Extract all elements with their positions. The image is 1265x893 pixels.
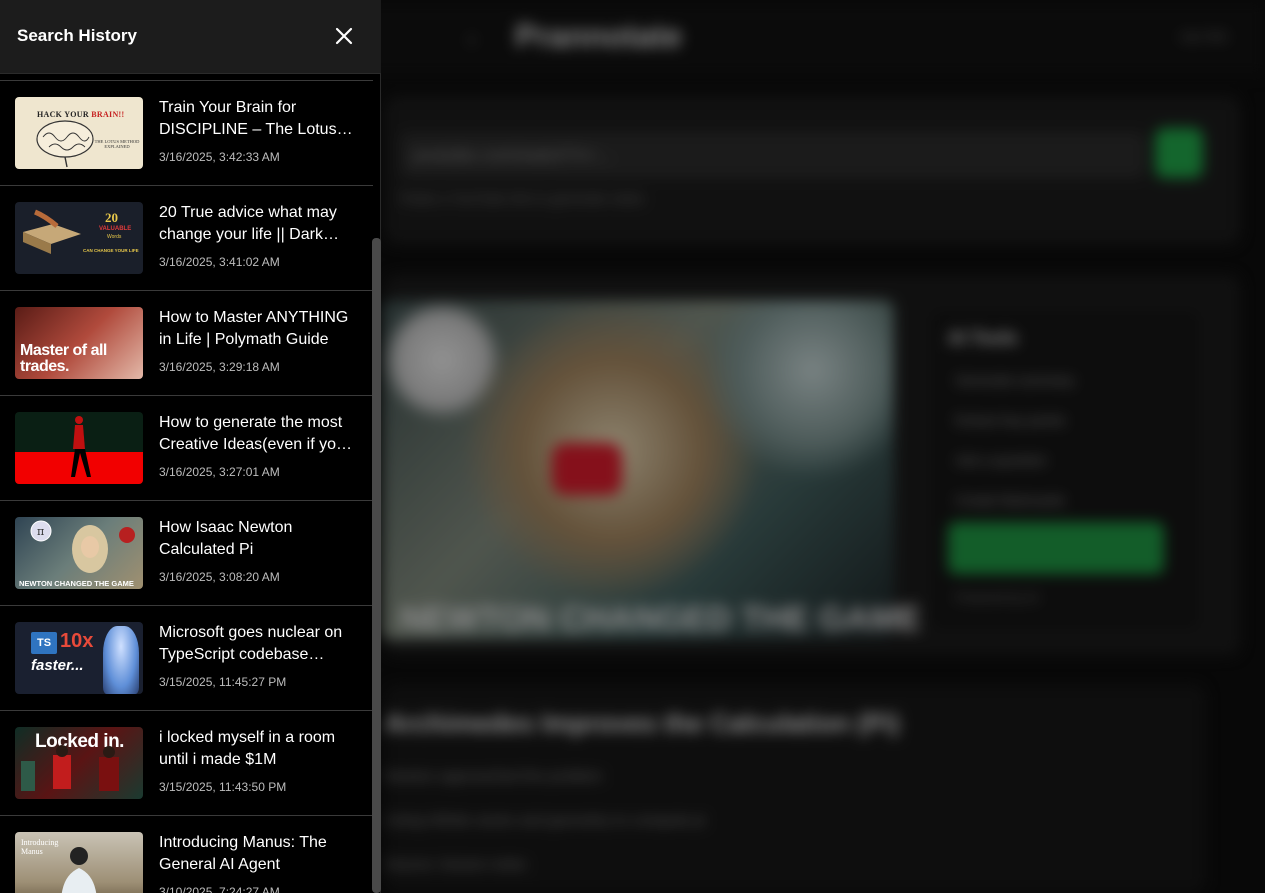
thumb-text: Master of all trades. bbox=[20, 342, 107, 375]
history-item-date: 3/15/2025, 11:43:50 PM bbox=[159, 780, 287, 794]
history-item[interactable]: How to generate the most Creative Ideas(… bbox=[0, 395, 373, 500]
history-item-title: 20 True advice what may change your life… bbox=[159, 204, 339, 243]
history-item[interactable]: 20 VALUABLE Words CAN CHANGE YOUR LIFE 2… bbox=[0, 185, 373, 290]
history-item-date: 3/16/2025, 3:42:33 AM bbox=[159, 150, 280, 164]
book-icon bbox=[23, 209, 81, 254]
history-item[interactable]: π NEWTON CHANGED THE GAME How Isaac Newt… bbox=[0, 500, 373, 605]
drawer-header: Search History bbox=[0, 0, 381, 74]
history-item-date: 3/16/2025, 3:08:20 AM bbox=[159, 570, 280, 584]
video-thumbnail: HACK YOUR BRAIN!! THE LOTUS METHOD EXPLA… bbox=[15, 97, 143, 169]
svg-text:π: π bbox=[37, 525, 44, 538]
thumb-text: NEWTON CHANGED THE GAME bbox=[19, 579, 134, 588]
history-item-date: 3/16/2025, 3:29:18 AM bbox=[159, 360, 280, 374]
history-item-title: How to Master ANYTHING in Life | Polymat… bbox=[159, 309, 349, 348]
bust-icon bbox=[103, 626, 139, 694]
history-item[interactable]: TS 10x faster... Microsoft goes nuclear … bbox=[0, 605, 373, 710]
history-item[interactable]: Locked in. i locked myself in a room unt… bbox=[0, 710, 373, 815]
thumb-text: 20 bbox=[105, 210, 118, 225]
video-thumbnail: π NEWTON CHANGED THE GAME bbox=[15, 517, 143, 589]
thumb-text: TS bbox=[31, 632, 57, 654]
history-item-title: Microsoft goes nuclear on TypeScript cod… bbox=[159, 624, 343, 663]
history-item[interactable]: HACK YOUR BRAIN!! THE LOTUS METHOD EXPLA… bbox=[0, 80, 373, 185]
video-thumbnail: TS 10x faster... bbox=[15, 622, 143, 694]
history-item-title: How to generate the most Creative Ideas(… bbox=[159, 414, 352, 453]
drawer-title: Search History bbox=[17, 26, 137, 45]
close-icon bbox=[335, 27, 353, 45]
history-item[interactable]: Master of all trades. How to Master ANYT… bbox=[0, 290, 373, 395]
video-thumbnail: 20 VALUABLE Words CAN CHANGE YOUR LIFE bbox=[15, 202, 143, 274]
history-item-date: 3/15/2025, 11:45:27 PM bbox=[159, 675, 287, 689]
scrollbar-thumb[interactable] bbox=[372, 238, 381, 893]
search-history-drawer: Search History HACK YOUR BRAIN!! THE LOT… bbox=[0, 0, 381, 893]
video-thumbnail: Master of all trades. bbox=[15, 307, 143, 379]
history-item-date: 3/10/2025, 7:24:27 AM bbox=[159, 885, 280, 893]
history-item-date: 3/16/2025, 3:27:01 AM bbox=[159, 465, 280, 479]
history-item-title: How Isaac Newton Calculated Pi bbox=[159, 519, 293, 558]
video-thumbnail: Locked in. bbox=[15, 727, 143, 799]
history-item-title: Train Your Brain for DISCIPLINE – The Lo… bbox=[159, 99, 353, 138]
close-button[interactable] bbox=[328, 20, 360, 52]
thumb-text: THE LOTUS METHOD EXPLAINED bbox=[94, 139, 140, 149]
history-item-date: 3/16/2025, 3:41:02 AM bbox=[159, 255, 280, 269]
thumb-text: faster... bbox=[31, 657, 84, 674]
history-list[interactable]: HACK YOUR BRAIN!! THE LOTUS METHOD EXPLA… bbox=[0, 80, 373, 893]
brain-icon bbox=[36, 120, 94, 168]
history-item-title: i locked myself in a room until i made $… bbox=[159, 729, 336, 768]
thumb-text: VALUABLE bbox=[99, 226, 132, 232]
history-item-title: Introducing Manus: The General AI Agent bbox=[159, 834, 327, 873]
video-thumbnail: Introducing Manus bbox=[15, 832, 143, 893]
walking-man-icon bbox=[71, 416, 91, 477]
people-icon bbox=[21, 745, 119, 791]
thumb-text: 10x bbox=[60, 630, 94, 652]
history-item[interactable]: Introducing Manus Introducing Manus: The… bbox=[0, 815, 373, 893]
thumb-text: CAN CHANGE YOUR LIFE bbox=[83, 248, 139, 253]
person-icon bbox=[61, 847, 97, 893]
video-thumbnail bbox=[15, 412, 143, 484]
thumb-text: Words bbox=[107, 234, 122, 240]
